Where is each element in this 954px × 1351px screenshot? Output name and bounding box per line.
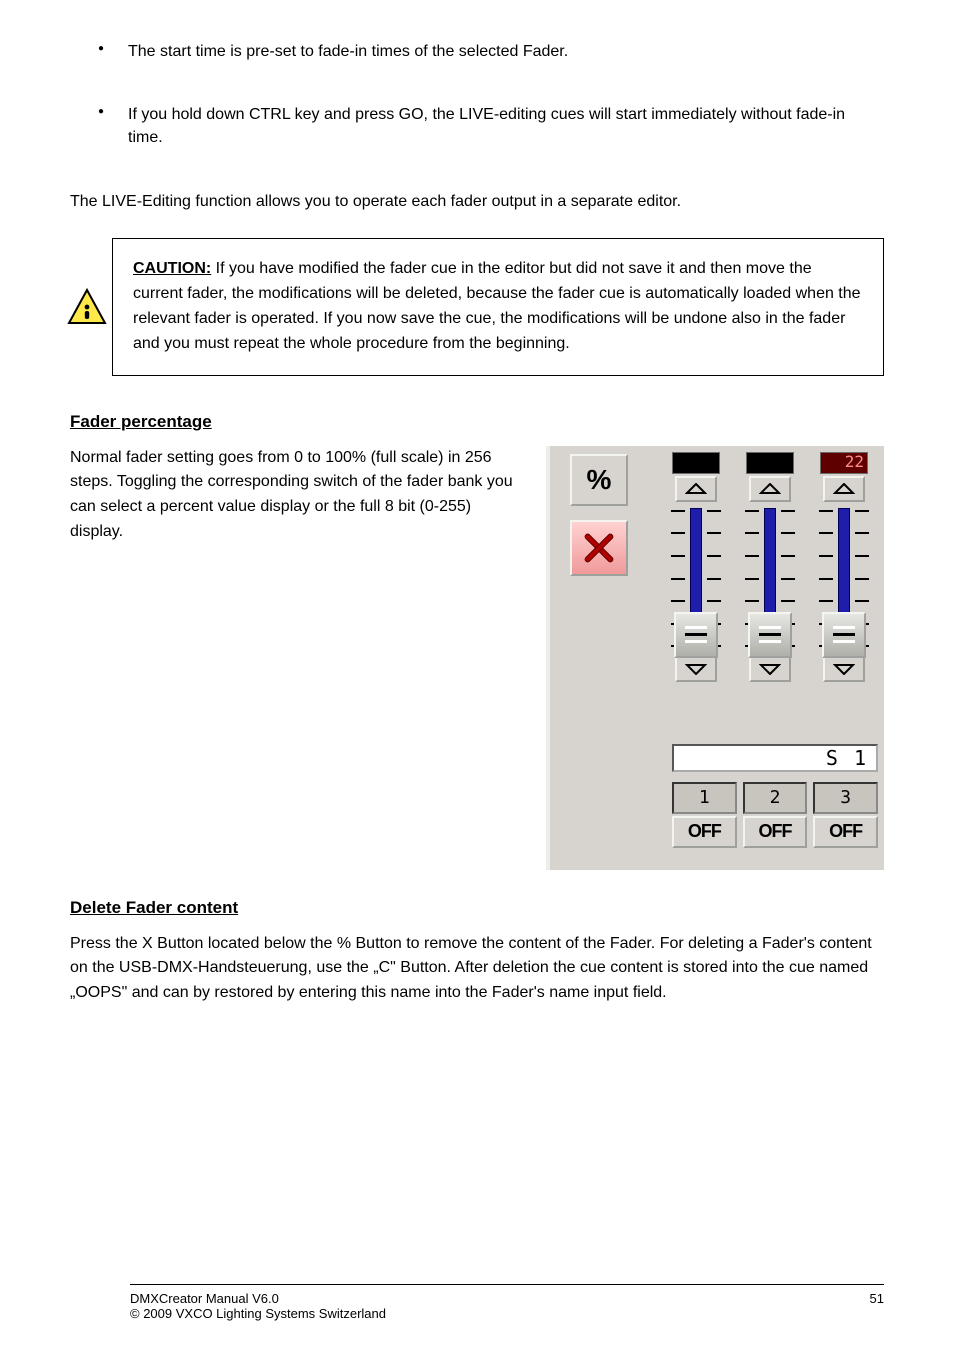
- fader-2-knob[interactable]: [748, 612, 792, 658]
- fader-off-3[interactable]: OFF: [813, 816, 878, 848]
- fader-3-value: 22: [820, 452, 868, 474]
- caution-block: CAUTION: If you have modified the fader …: [70, 238, 884, 375]
- caution-title: CAUTION:: [133, 260, 211, 277]
- fader-index-3[interactable]: 3: [813, 782, 878, 814]
- bullet-1: The start time is pre-set to fade-in tim…: [98, 40, 884, 63]
- fader-index-1[interactable]: 1: [672, 782, 737, 814]
- fader-1-slider[interactable]: [671, 504, 721, 654]
- fader-2-slider[interactable]: [745, 504, 795, 654]
- bullet-2: If you hold down CTRL key and press GO, …: [98, 103, 884, 149]
- page-number: 51: [870, 1291, 884, 1306]
- fader-1-value: [672, 452, 720, 474]
- section1-heading: Fader percentage: [70, 412, 884, 432]
- fader-index-2[interactable]: 2: [743, 782, 808, 814]
- fader-3-up-button[interactable]: [823, 476, 865, 502]
- intro-bullets: The start time is pre-set to fade-in tim…: [98, 40, 884, 150]
- fader-1-up-button[interactable]: [675, 476, 717, 502]
- percent-label: %: [587, 466, 612, 494]
- percent-toggle-button[interactable]: %: [570, 454, 628, 506]
- fader-column-1: [662, 452, 730, 684]
- fader-2-value: [746, 452, 794, 474]
- fader-off-2[interactable]: OFF: [743, 816, 808, 848]
- fader-3-slider[interactable]: [819, 504, 869, 654]
- page-footer: DMXCreator Manual V6.0 51 © 2009 VXCO Li…: [130, 1284, 884, 1321]
- footer-company: © 2009 VXCO Lighting Systems Switzerland: [130, 1306, 884, 1321]
- delete-fader-button[interactable]: [570, 520, 628, 576]
- fader-1-down-button[interactable]: [675, 656, 717, 682]
- fader-1-knob[interactable]: [674, 612, 718, 658]
- fader-2-up-button[interactable]: [749, 476, 791, 502]
- warning-icon: [64, 287, 110, 327]
- section1-body: Normal fader setting goes from 0 to 100%…: [70, 446, 524, 545]
- caution-body: If you have modified the fader cue in th…: [133, 260, 861, 351]
- fader-column-3: 22: [810, 452, 878, 684]
- fader-off-1[interactable]: OFF: [672, 816, 737, 848]
- fader-2-down-button[interactable]: [749, 656, 791, 682]
- section2-body: Press the X Button located below the % B…: [70, 932, 884, 1006]
- fader-3-down-button[interactable]: [823, 656, 865, 682]
- fader-3-knob[interactable]: [822, 612, 866, 658]
- intro-paragraph: The LIVE-Editing function allows you to …: [70, 190, 884, 215]
- caution-box: CAUTION: If you have modified the fader …: [112, 238, 884, 375]
- footer-product: DMXCreator Manual V6.0: [130, 1291, 279, 1306]
- section2-heading: Delete Fader content: [70, 898, 884, 918]
- fader-column-2: [736, 452, 804, 684]
- fader-select-field[interactable]: S 1: [672, 744, 878, 772]
- fader-panel: %: [546, 446, 884, 870]
